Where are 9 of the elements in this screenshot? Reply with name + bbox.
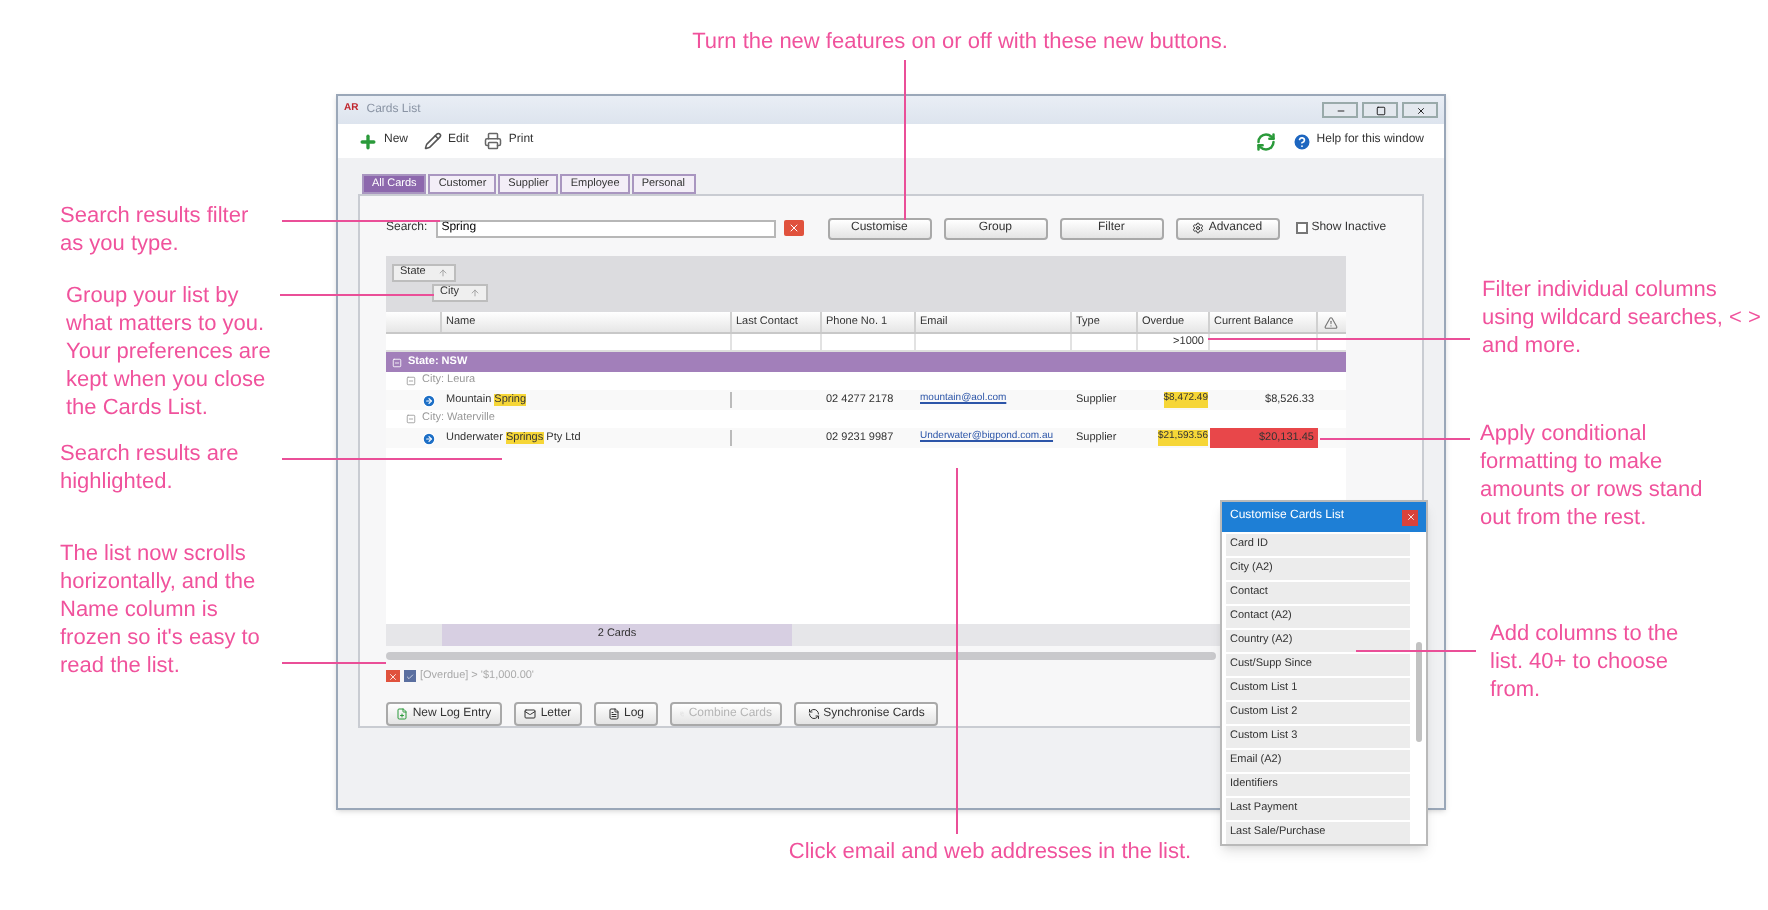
callout-text: Apply conditional formatting to make amounts or rows stand out from the rest. xyxy=(1480,420,1705,532)
callout-text: Search results filter as you type. xyxy=(60,202,251,258)
callout-text: Add columns to the list. 40+ to choose from. xyxy=(1490,620,1681,704)
callout-text: The list now scrolls horizontally, and the Name column is frozen so it's easy to read the list. xyxy=(60,540,262,680)
callout-text: Group your list by what matters to you. Your preferences are kept when you close the Cards List. xyxy=(66,282,273,422)
callout-text: Search results are highlighted. xyxy=(60,440,241,496)
callout-text: Click email and web addresses in the list. xyxy=(786,838,1194,866)
callout-text: Turn the new features on or off with these new buttons. xyxy=(690,28,1230,56)
callout-text: Filter individual columns using wildcard searches, < > and more. xyxy=(1482,276,1762,360)
